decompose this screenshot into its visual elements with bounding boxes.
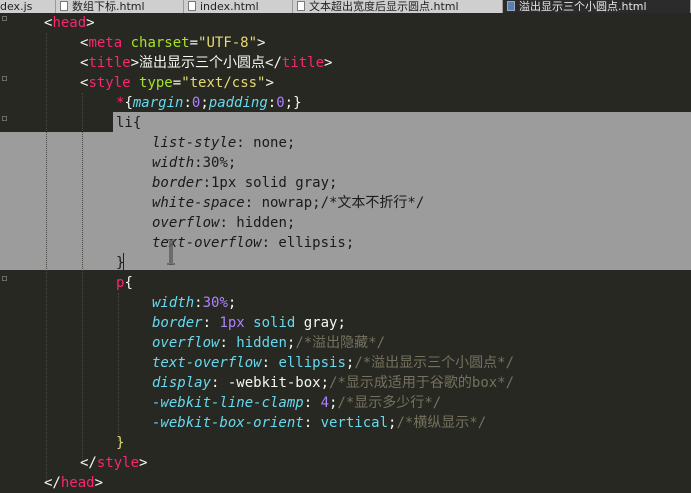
text-caret (123, 253, 124, 270)
code-line: <title>溢出显示三个小圆点</title> (80, 55, 333, 71)
code-line: border: 1px solid gray; (152, 315, 346, 331)
fold-marker[interactable] (2, 16, 7, 21)
code-line: list-style: none; (152, 135, 296, 151)
code-line: border:1px solid gray; (152, 175, 338, 191)
file-icon (188, 1, 196, 11)
code-line: <head> (44, 15, 95, 31)
text-cursor-icon (167, 239, 175, 265)
code-line: display: -webkit-box;/*显示成适用于谷歌的box*/ (152, 375, 515, 391)
code-line: text-overflow: ellipsis; (152, 235, 355, 251)
code-line: overflow: hidden; (152, 215, 296, 231)
indent-guide (46, 33, 47, 481)
code-line: p{ (116, 275, 133, 291)
tab-index-html[interactable]: index.html (184, 0, 293, 13)
indent-guide (82, 93, 83, 461)
tab-label: index.html (200, 0, 259, 13)
tab-label: 文本超出宽度后显示圆点.html (309, 0, 459, 13)
code-line: *{margin:0;padding:0;} (116, 95, 302, 111)
code-line: width:30%; (152, 295, 237, 311)
tab-overflow-three-dots-html[interactable]: 溢出显示三个小圆点.html (503, 0, 691, 13)
code-line: <meta charset="UTF-8"> (80, 35, 266, 51)
tab-array-index-html[interactable]: 数组下标.html (56, 0, 184, 13)
fold-marker[interactable] (2, 276, 7, 281)
tab-label: dex.js (0, 0, 33, 13)
code-line: -webkit-line-clamp: 4;/*显示多少行*/ (152, 395, 442, 411)
tab-label: 数组下标.html (72, 0, 145, 13)
code-line: <style type="text/css"> (80, 75, 274, 91)
code-line: text-overflow: ellipsis;/*溢出显示三个小圆点*/ (152, 355, 515, 371)
fold-marker[interactable] (2, 76, 7, 81)
tab-label: 溢出显示三个小圆点.html (519, 0, 647, 13)
file-icon (507, 1, 515, 11)
file-icon (60, 1, 68, 11)
code-line: </head> (44, 475, 104, 491)
code-line: overflow: hidden;/*溢出隐藏*/ (152, 335, 386, 351)
selection-gap (0, 112, 113, 132)
code-line: li{ (116, 115, 142, 131)
code-line: </style> (80, 455, 148, 471)
code-line: -webkit-box-orient: vertical;/*横纵显示*/ (152, 415, 487, 431)
code-line: } (116, 435, 125, 451)
code-editor[interactable]: <head> <meta charset="UTF-8"> <title>溢出显… (0, 13, 691, 491)
fold-marker[interactable] (2, 116, 7, 121)
code-line: width:30%; (152, 155, 237, 171)
tab-text-overflow-dots-html[interactable]: 文本超出宽度后显示圆点.html (293, 0, 503, 13)
indent-guide (118, 293, 119, 441)
tab-dex-js[interactable]: dex.js (0, 0, 56, 13)
tab-bar: dex.js 数组下标.html index.html 文本超出宽度后显示圆点.… (0, 0, 691, 13)
file-icon (297, 1, 305, 11)
code-line: white-space: nowrap;/*文本不折行*/ (152, 195, 425, 211)
